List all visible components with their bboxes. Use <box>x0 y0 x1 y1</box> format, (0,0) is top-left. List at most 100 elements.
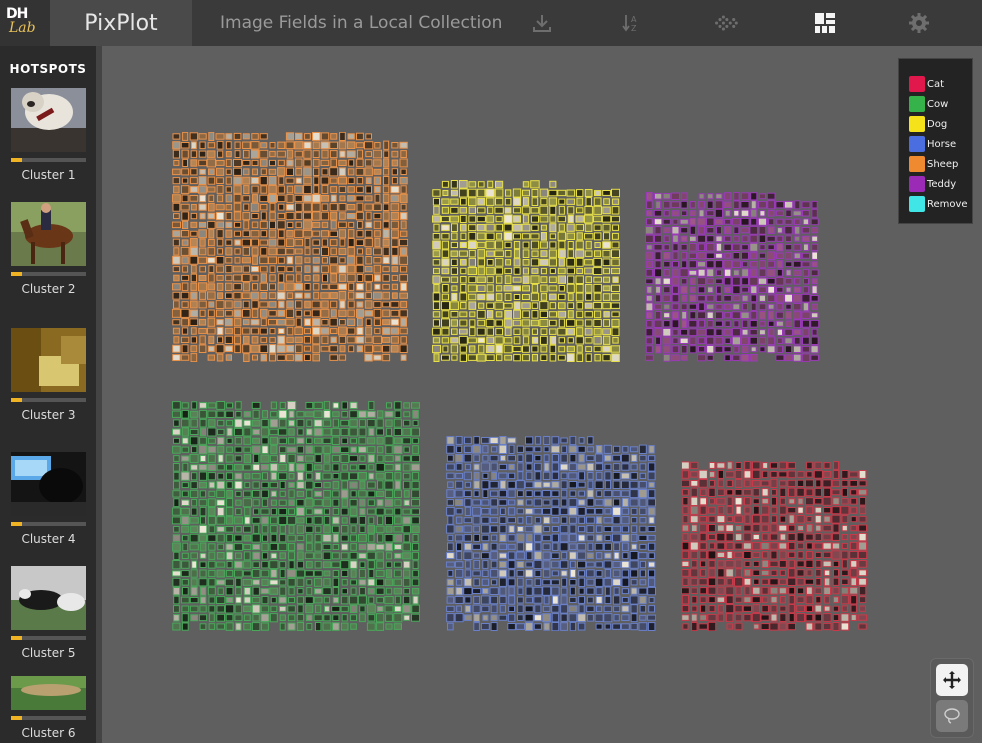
image-thumbnail[interactable] <box>373 301 382 308</box>
image-thumbnail[interactable] <box>207 186 216 193</box>
image-thumbnail[interactable] <box>384 455 394 462</box>
image-thumbnail[interactable] <box>621 569 630 578</box>
image-thumbnail[interactable] <box>551 462 560 472</box>
image-thumbnail[interactable] <box>495 311 503 318</box>
image-thumbnail[interactable] <box>758 311 767 320</box>
image-thumbnail[interactable] <box>723 268 732 277</box>
image-thumbnail[interactable] <box>761 505 770 515</box>
image-thumbnail[interactable] <box>647 471 656 481</box>
image-thumbnail[interactable] <box>723 303 732 310</box>
image-thumbnail[interactable] <box>569 586 576 596</box>
image-thumbnail[interactable] <box>208 239 215 247</box>
image-thumbnail[interactable] <box>603 490 613 498</box>
image-thumbnail[interactable] <box>500 507 506 515</box>
image-thumbnail[interactable] <box>602 335 611 345</box>
image-thumbnail[interactable] <box>534 516 541 524</box>
image-thumbnail[interactable] <box>399 177 408 185</box>
image-thumbnail[interactable] <box>455 480 464 489</box>
image-thumbnail[interactable] <box>639 605 647 613</box>
image-thumbnail[interactable] <box>595 596 603 604</box>
image-thumbnail[interactable] <box>456 445 463 453</box>
image-thumbnail[interactable] <box>706 210 715 217</box>
image-thumbnail[interactable] <box>403 411 411 418</box>
image-thumbnail[interactable] <box>805 533 814 541</box>
image-thumbnail[interactable] <box>173 480 180 490</box>
image-thumbnail[interactable] <box>189 410 199 418</box>
image-thumbnail[interactable] <box>412 569 419 578</box>
image-thumbnail[interactable] <box>759 346 766 353</box>
image-thumbnail[interactable] <box>285 344 295 353</box>
image-thumbnail[interactable] <box>569 543 577 551</box>
image-thumbnail[interactable] <box>859 506 867 515</box>
image-thumbnail[interactable] <box>207 283 216 291</box>
image-thumbnail[interactable] <box>376 605 384 612</box>
image-thumbnail[interactable] <box>517 471 524 481</box>
image-thumbnail[interactable] <box>394 605 402 613</box>
image-thumbnail[interactable] <box>268 292 277 300</box>
image-thumbnail[interactable] <box>367 560 375 570</box>
image-thumbnail[interactable] <box>769 586 779 595</box>
image-thumbnail[interactable] <box>469 327 476 337</box>
image-thumbnail[interactable] <box>394 561 402 568</box>
image-thumbnail[interactable] <box>172 490 181 498</box>
image-thumbnail[interactable] <box>224 578 235 587</box>
image-thumbnail[interactable] <box>460 284 467 293</box>
image-thumbnail[interactable] <box>244 506 251 517</box>
image-thumbnail[interactable] <box>225 247 233 256</box>
image-thumbnail[interactable] <box>373 318 381 326</box>
image-thumbnail[interactable] <box>288 473 295 480</box>
image-thumbnail[interactable] <box>294 238 304 247</box>
image-thumbnail[interactable] <box>715 252 723 259</box>
image-thumbnail[interactable] <box>531 336 539 344</box>
image-thumbnail[interactable] <box>734 489 743 496</box>
image-thumbnail[interactable] <box>750 285 758 295</box>
image-thumbnail[interactable] <box>359 455 366 462</box>
image-thumbnail[interactable] <box>551 490 560 497</box>
image-thumbnail[interactable] <box>558 240 566 250</box>
image-thumbnail[interactable] <box>594 310 602 319</box>
image-thumbnail[interactable] <box>539 310 549 318</box>
legend-item-dog[interactable]: Dog <box>909 116 947 132</box>
image-thumbnail[interactable] <box>513 354 521 362</box>
image-thumbnail[interactable] <box>464 463 471 471</box>
image-thumbnail[interactable] <box>699 550 707 560</box>
image-thumbnail[interactable] <box>320 211 330 221</box>
image-thumbnail[interactable] <box>217 419 225 427</box>
hotspot-label[interactable]: Cluster 2 <box>11 282 86 296</box>
image-thumbnail[interactable] <box>311 300 321 309</box>
image-thumbnail[interactable] <box>776 243 784 252</box>
image-thumbnail[interactable] <box>226 472 234 481</box>
image-thumbnail[interactable] <box>775 201 785 209</box>
image-thumbnail[interactable] <box>337 283 347 291</box>
image-thumbnail[interactable] <box>724 312 731 319</box>
image-thumbnail[interactable] <box>507 613 516 622</box>
image-thumbnail[interactable] <box>473 463 480 471</box>
image-thumbnail[interactable] <box>216 185 224 194</box>
image-thumbnail[interactable] <box>451 223 458 232</box>
image-thumbnail[interactable] <box>785 235 792 243</box>
image-thumbnail[interactable] <box>681 569 690 577</box>
image-thumbnail[interactable] <box>286 159 294 167</box>
image-thumbnail[interactable] <box>531 283 539 293</box>
image-thumbnail[interactable] <box>269 436 278 445</box>
image-thumbnail[interactable] <box>321 335 329 345</box>
image-thumbnail[interactable] <box>373 212 382 220</box>
image-thumbnail[interactable] <box>217 336 224 344</box>
image-thumbnail[interactable] <box>714 218 724 225</box>
image-thumbnail[interactable] <box>639 472 647 479</box>
image-thumbnail[interactable] <box>349 472 359 481</box>
image-thumbnail[interactable] <box>490 542 498 551</box>
image-thumbnail[interactable] <box>495 328 503 336</box>
image-thumbnail[interactable] <box>717 560 725 568</box>
image-thumbnail[interactable] <box>805 479 814 488</box>
image-thumbnail[interactable] <box>586 446 595 453</box>
image-thumbnail[interactable] <box>752 586 761 595</box>
image-thumbnail[interactable] <box>670 192 680 200</box>
image-thumbnail[interactable] <box>472 515 481 525</box>
image-thumbnail[interactable] <box>740 311 750 319</box>
image-thumbnail[interactable] <box>216 613 225 622</box>
image-thumbnail[interactable] <box>543 622 550 631</box>
image-thumbnail[interactable] <box>725 613 734 623</box>
image-thumbnail[interactable] <box>355 264 365 274</box>
image-thumbnail[interactable] <box>288 419 295 427</box>
